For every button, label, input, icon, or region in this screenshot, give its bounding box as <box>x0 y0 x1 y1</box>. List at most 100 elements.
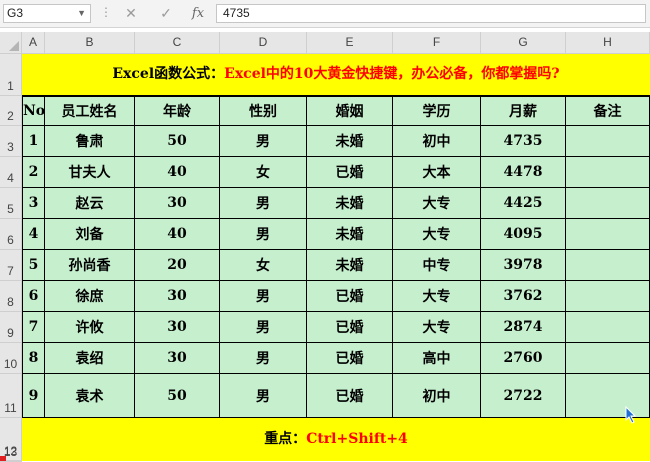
table-cell[interactable]: 袁绍 <box>45 343 135 374</box>
row-header-7[interactable]: 7 <box>0 250 22 281</box>
header-cell[interactable]: 备注 <box>566 96 650 126</box>
table-cell[interactable]: 孙尚香 <box>45 250 135 281</box>
table-cell[interactable] <box>566 219 650 250</box>
header-cell[interactable]: 月薪 <box>481 96 566 126</box>
table-cell[interactable] <box>566 157 650 188</box>
check-icon[interactable]: ✓ <box>157 4 175 23</box>
column-header-e[interactable]: E <box>307 32 393 54</box>
header-cell[interactable]: No <box>22 96 45 126</box>
table-cell[interactable]: 20 <box>135 250 220 281</box>
table-cell[interactable]: 40 <box>135 157 220 188</box>
table-cell[interactable] <box>566 250 650 281</box>
table-cell[interactable] <box>566 343 650 374</box>
drag-handle-icon[interactable]: ⋮ <box>100 5 112 19</box>
table-cell[interactable]: 大专 <box>393 219 481 250</box>
table-cell[interactable]: 7 <box>22 312 45 343</box>
table-cell[interactable]: 5 <box>22 250 45 281</box>
formula-input[interactable]: 4735 <box>216 4 646 23</box>
table-cell[interactable]: 初中 <box>393 374 481 418</box>
table-cell[interactable]: 3 <box>22 188 45 219</box>
column-header-a[interactable]: A <box>22 32 45 54</box>
select-all-corner[interactable] <box>0 32 22 54</box>
row-header-10[interactable]: 10 <box>0 343 22 374</box>
table-cell[interactable]: 鲁肃 <box>45 126 135 157</box>
table-cell[interactable]: 男 <box>220 374 307 418</box>
table-cell[interactable]: 2874 <box>481 312 566 343</box>
table-cell[interactable]: 女 <box>220 250 307 281</box>
column-header-b[interactable]: B <box>45 32 135 54</box>
table-cell[interactable]: 大本 <box>393 157 481 188</box>
row-header-11[interactable]: 11 <box>0 374 22 418</box>
table-cell[interactable]: 30 <box>135 312 220 343</box>
table-cell[interactable]: 初中 <box>393 126 481 157</box>
table-cell[interactable] <box>566 281 650 312</box>
table-cell[interactable]: 高中 <box>393 343 481 374</box>
table-cell[interactable]: 甘夫人 <box>45 157 135 188</box>
row-header-3[interactable]: 3 <box>0 126 22 157</box>
row-header-9[interactable]: 9 <box>0 312 22 343</box>
cancel-icon[interactable]: ✕ <box>122 4 140 23</box>
table-cell[interactable]: 未婚 <box>307 219 393 250</box>
table-cell[interactable]: 男 <box>220 312 307 343</box>
column-header-h[interactable]: H <box>566 32 650 54</box>
table-cell[interactable]: 大专 <box>393 312 481 343</box>
table-cell[interactable] <box>566 188 650 219</box>
table-cell[interactable]: 4425 <box>481 188 566 219</box>
table-cell[interactable]: 大专 <box>393 281 481 312</box>
insert-function-icon[interactable]: fx <box>189 4 207 23</box>
table-cell[interactable]: 3762 <box>481 281 566 312</box>
table-cell[interactable]: 30 <box>135 188 220 219</box>
table-cell[interactable]: 已婚 <box>307 343 393 374</box>
table-cell[interactable]: 刘备 <box>45 219 135 250</box>
table-cell[interactable]: 2722 <box>481 374 566 418</box>
header-cell[interactable]: 婚姻 <box>307 96 393 126</box>
table-cell[interactable]: 4095 <box>481 219 566 250</box>
table-cell[interactable]: 大专 <box>393 188 481 219</box>
table-cell[interactable]: 赵云 <box>45 188 135 219</box>
row-header-5[interactable]: 5 <box>0 188 22 219</box>
table-cell[interactable]: 袁术 <box>45 374 135 418</box>
header-cell[interactable]: 学历 <box>393 96 481 126</box>
table-cell[interactable]: 未婚 <box>307 188 393 219</box>
table-cell[interactable]: 4 <box>22 219 45 250</box>
table-cell[interactable]: 4735 <box>481 126 566 157</box>
table-cell[interactable]: 许攸 <box>45 312 135 343</box>
table-cell[interactable]: 徐庶 <box>45 281 135 312</box>
table-cell[interactable]: 男 <box>220 219 307 250</box>
table-cell[interactable] <box>566 126 650 157</box>
table-cell[interactable]: 9 <box>22 374 45 418</box>
table-cell[interactable]: 50 <box>135 126 220 157</box>
table-cell[interactable]: 30 <box>135 343 220 374</box>
column-header-d[interactable]: D <box>220 32 307 54</box>
table-cell[interactable]: 2760 <box>481 343 566 374</box>
title-banner[interactable]: Excel函数公式：Excel中的10大黄金快捷键，办公必备，你都掌握吗? <box>22 54 650 96</box>
table-cell[interactable]: 6 <box>22 281 45 312</box>
table-cell[interactable]: 未婚 <box>307 250 393 281</box>
table-cell[interactable]: 2 <box>22 157 45 188</box>
table-cell[interactable]: 8 <box>22 343 45 374</box>
table-cell[interactable] <box>566 374 650 418</box>
chevron-down-icon[interactable]: ▼ <box>77 5 86 22</box>
row-header-2[interactable]: 2 <box>0 96 22 126</box>
table-cell[interactable]: 30 <box>135 281 220 312</box>
table-cell[interactable]: 女 <box>220 157 307 188</box>
table-cell[interactable]: 男 <box>220 188 307 219</box>
note-banner[interactable]: 重点：Ctrl+Shift+4 <box>22 418 650 461</box>
header-cell[interactable]: 年龄 <box>135 96 220 126</box>
table-cell[interactable]: 4478 <box>481 157 566 188</box>
header-cell[interactable]: 性别 <box>220 96 307 126</box>
table-cell[interactable]: 3978 <box>481 250 566 281</box>
table-cell[interactable]: 男 <box>220 343 307 374</box>
table-cell[interactable]: 中专 <box>393 250 481 281</box>
row-header-6[interactable]: 6 <box>0 219 22 250</box>
row-header-4[interactable]: 4 <box>0 157 22 188</box>
header-cell[interactable]: 员工姓名 <box>45 96 135 126</box>
table-cell[interactable]: 男 <box>220 281 307 312</box>
table-cell[interactable]: 已婚 <box>307 281 393 312</box>
table-cell[interactable]: 已婚 <box>307 374 393 418</box>
column-header-g[interactable]: G <box>481 32 566 54</box>
table-cell[interactable] <box>566 312 650 343</box>
table-cell[interactable]: 40 <box>135 219 220 250</box>
column-header-f[interactable]: F <box>393 32 481 54</box>
table-cell[interactable]: 男 <box>220 126 307 157</box>
